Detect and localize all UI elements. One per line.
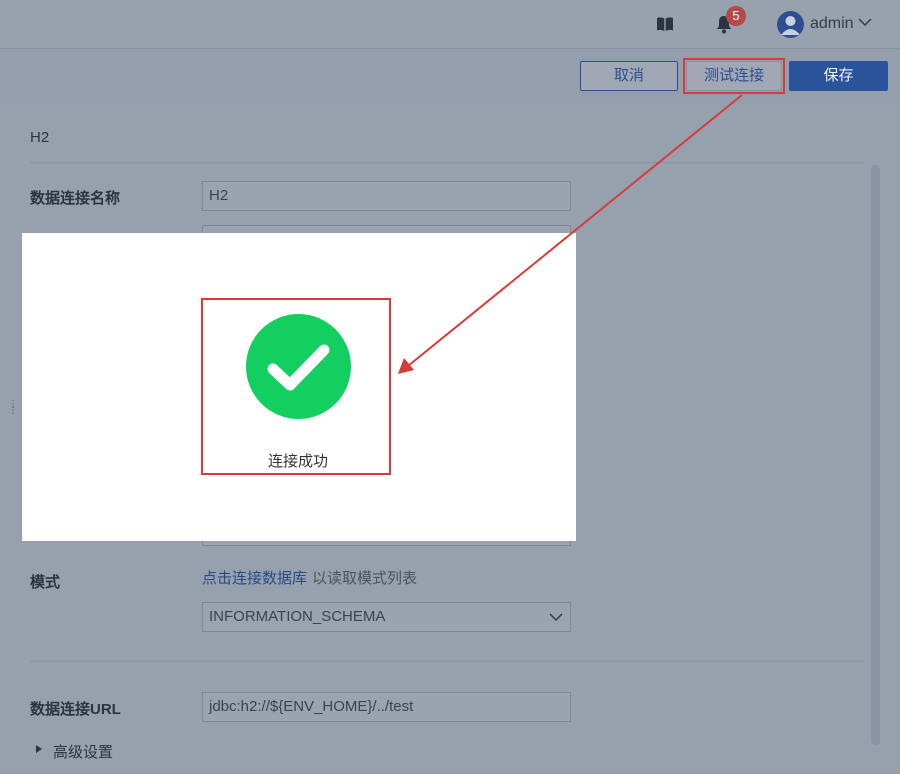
url-input[interactable]: jdbc:h2://${ENV_HOME}/../test: [202, 692, 571, 722]
book-icon[interactable]: [655, 14, 675, 34]
connect-database-link[interactable]: 点击连接数据库: [202, 567, 307, 588]
notification-badge: 5: [726, 6, 746, 26]
save-button[interactable]: 保存: [789, 61, 888, 91]
advanced-settings-toggle[interactable]: 高级设置: [53, 741, 113, 762]
url-label: 数据连接URL: [30, 701, 121, 718]
chevron-down-icon[interactable]: [857, 14, 873, 30]
section-divider: [30, 661, 864, 662]
username[interactable]: admin: [810, 15, 854, 33]
success-highlight: [201, 298, 391, 475]
schema-select[interactable]: INFORMATION_SCHEMA: [202, 602, 571, 632]
scrollbar[interactable]: [871, 165, 880, 745]
test-button-highlight: [683, 58, 785, 94]
schema-hint: 以读取模式列表: [312, 570, 418, 587]
chevron-down-icon[interactable]: [548, 609, 564, 625]
schema-select-value: INFORMATION_SCHEMA: [209, 608, 386, 625]
connection-name-input[interactable]: H2: [202, 181, 571, 211]
drag-handle-icon[interactable]: ⋮ ⋮: [8, 400, 18, 420]
title-divider: [30, 162, 864, 163]
cancel-button[interactable]: 取消: [580, 61, 678, 91]
connection-name-label: 数据连接名称: [30, 190, 121, 207]
top-header: [0, 0, 900, 48]
page-title: H2: [30, 129, 50, 146]
user-avatar-icon[interactable]: [777, 11, 804, 38]
caret-right-icon[interactable]: [34, 744, 44, 754]
schema-label: 模式: [30, 574, 61, 591]
